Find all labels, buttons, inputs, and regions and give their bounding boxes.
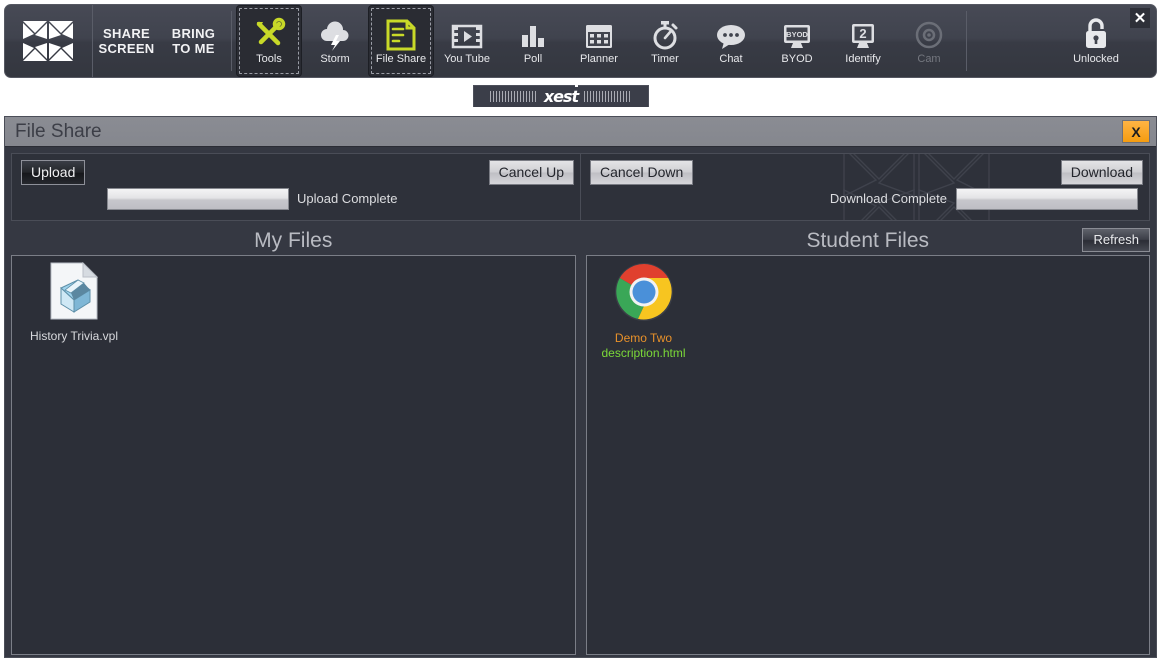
toolbar-label-file-share: File Share xyxy=(375,53,427,65)
svg-text:2: 2 xyxy=(859,26,866,41)
window-titlebar[interactable]: File Share X xyxy=(5,117,1156,147)
toolbar-button-storm[interactable]: Storm xyxy=(302,5,368,77)
xest-tittle-icon xyxy=(575,84,579,87)
student-files-header: Student Files Refresh xyxy=(586,227,1150,255)
toolbar-button-identify[interactable]: 2 Identify xyxy=(830,5,896,77)
file-name-label: History Trivia.vpl xyxy=(29,329,118,343)
file-columns: My Files History Trivia.vpl Student File… xyxy=(5,227,1156,661)
xest-logo xyxy=(5,5,93,77)
toolbar-label-identify: Identify xyxy=(845,53,881,65)
toolbar-label-unlocked: Unlocked xyxy=(1073,53,1119,65)
toolbar-label-storm: Storm xyxy=(320,53,350,65)
my-files-title: My Files xyxy=(254,229,333,252)
download-status-label: Download Complete xyxy=(829,191,947,206)
download-section: Cancel Down Download Download Complete xyxy=(581,154,1149,220)
document-icon xyxy=(386,15,416,51)
toolbar-label-timer: Timer xyxy=(651,53,679,65)
file-owner-label: Demo Two xyxy=(614,331,673,345)
download-progress-bar xyxy=(956,188,1138,210)
open-padlock-icon xyxy=(1081,15,1111,51)
page-title: File Share xyxy=(15,120,102,142)
refresh-button[interactable]: Refresh xyxy=(1082,228,1150,252)
file-owner-and-name: Demo Two description.html xyxy=(601,331,685,361)
upload-section: Upload Cancel Up Upload Complete xyxy=(12,154,580,220)
download-button[interactable]: Download xyxy=(1060,160,1143,185)
toolbar-button-planner[interactable]: Planner xyxy=(566,5,632,77)
toolbar-button-cam[interactable]: Cam xyxy=(896,5,962,77)
share-screen-line2: SCREEN xyxy=(98,41,155,56)
xest-wordmark: xest xyxy=(543,84,579,106)
toolbar-button-file-share[interactable]: File Share xyxy=(368,5,434,77)
upload-progress-bar xyxy=(107,188,289,210)
file-share-window: File Share X Upload Cancel Up Upload Com… xyxy=(4,116,1157,658)
my-files-header: My Files xyxy=(11,227,576,255)
window-close-button[interactable]: X xyxy=(1122,120,1150,143)
toolbar-label-byod: BYOD xyxy=(781,53,813,65)
xest-text: xest xyxy=(543,87,579,106)
toolbar-button-youtube[interactable]: You Tube xyxy=(434,5,500,77)
toolbar-label-poll: Poll xyxy=(523,53,543,65)
bar-chart-icon xyxy=(516,15,550,51)
student-files-list[interactable]: Demo Two description.html xyxy=(585,255,1150,655)
toolbar-divider-2 xyxy=(966,11,967,71)
speech-bubble-icon xyxy=(714,15,748,51)
transfer-panel: Upload Cancel Up Upload Complete Cancel … xyxy=(11,153,1150,221)
toolbar-button-timer[interactable]: Timer xyxy=(632,5,698,77)
grip-right-icon xyxy=(584,91,633,102)
svg-text:BYOD: BYOD xyxy=(786,30,808,39)
my-files-list[interactable]: History Trivia.vpl xyxy=(11,255,576,655)
grip-left-icon xyxy=(489,91,538,102)
toolbar-button-poll[interactable]: Poll xyxy=(500,5,566,77)
upload-button[interactable]: Upload xyxy=(21,160,86,185)
toolbar-label-planner: Planner xyxy=(580,53,618,65)
chrome-icon xyxy=(614,262,674,327)
list-item[interactable]: Demo Two description.html xyxy=(590,262,698,361)
cancel-upload-button[interactable]: Cancel Up xyxy=(488,160,574,185)
stopwatch-icon xyxy=(649,15,681,51)
student-files-title: Student Files xyxy=(806,229,930,252)
cloud-lightning-icon xyxy=(318,15,352,51)
toolbar-label-cam: Cam xyxy=(917,53,941,65)
byod-monitor-icon: BYOD xyxy=(780,15,814,51)
toolbar-button-tools[interactable]: Tools xyxy=(236,5,302,77)
toolbar-divider xyxy=(231,11,232,71)
toolbar-label-youtube: You Tube xyxy=(443,53,491,65)
video-filmstrip-icon xyxy=(450,15,484,51)
calendar-icon xyxy=(583,15,615,51)
close-icon[interactable]: ✕ xyxy=(1130,8,1150,28)
list-item[interactable]: History Trivia.vpl xyxy=(20,261,128,344)
toolbar-label-chat: Chat xyxy=(719,53,743,65)
monitor-number-2-icon: 2 xyxy=(846,15,880,51)
my-files-column: My Files History Trivia.vpl xyxy=(11,227,576,655)
upload-status-label: Upload Complete xyxy=(297,191,398,206)
bring-to-me-line1: BRING xyxy=(171,26,216,41)
bring-to-me-line2: TO ME xyxy=(172,41,215,56)
vpl-document-icon xyxy=(50,261,99,325)
student-files-column: Student Files Refresh Demo Two descripti… xyxy=(585,227,1150,655)
share-screen-button[interactable]: SHARE SCREEN xyxy=(93,5,160,77)
xest-tab[interactable]: xest xyxy=(473,84,649,107)
toolbar-label-tools: Tools xyxy=(256,53,282,65)
main-toolbar: SHARE SCREEN BRING TO ME Tools Storm Fil… xyxy=(4,4,1157,78)
cancel-download-button[interactable]: Cancel Down xyxy=(590,160,694,185)
toolbar-button-byod[interactable]: BYOD BYOD xyxy=(764,5,830,77)
camera-lens-icon xyxy=(912,15,946,51)
bring-to-me-button[interactable]: BRING TO ME xyxy=(160,5,227,77)
wrench-screwdriver-icon xyxy=(252,15,286,51)
file-name-label: description.html xyxy=(601,346,686,360)
toolbar-button-chat[interactable]: Chat xyxy=(698,5,764,77)
share-screen-line1: SHARE xyxy=(102,26,150,41)
